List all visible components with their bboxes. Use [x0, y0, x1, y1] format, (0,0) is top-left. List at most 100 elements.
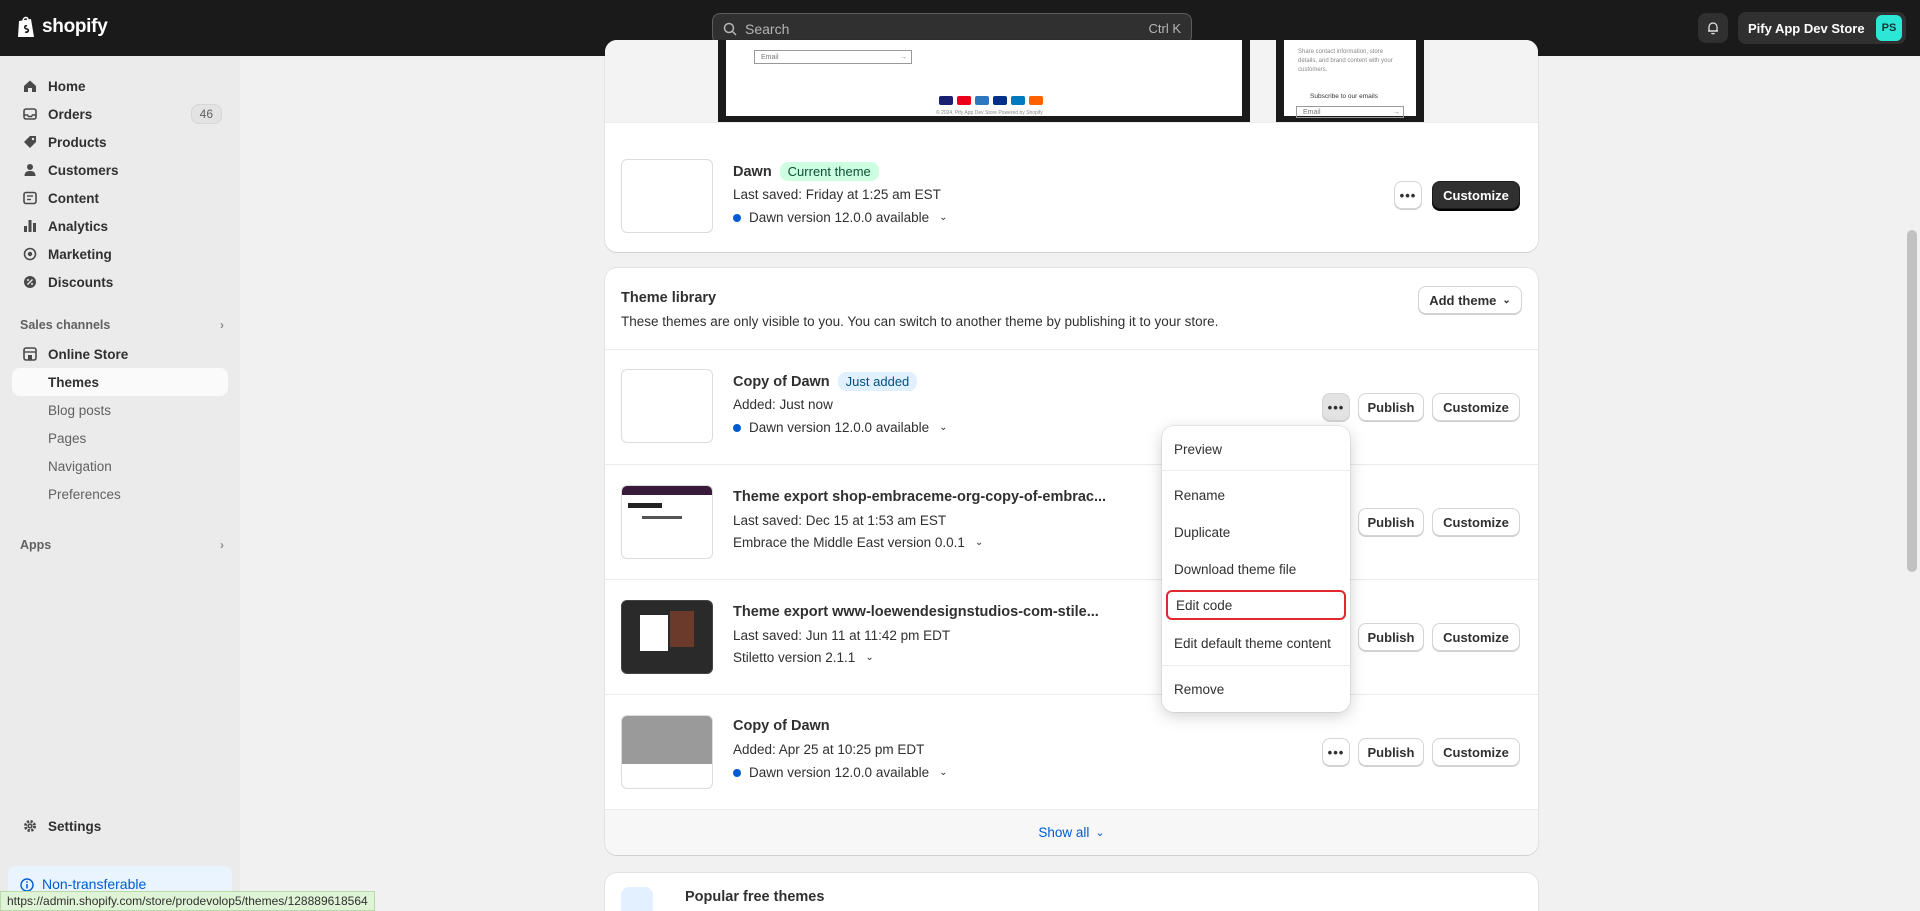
customize-button[interactable]: Customize	[1432, 738, 1520, 766]
customize-button[interactable]: Customize	[1432, 393, 1520, 421]
sidebar-item-pages[interactable]: Pages	[12, 424, 228, 452]
theme-name: Copy of Dawn	[733, 718, 830, 734]
store-menu-button[interactable]: Pify App Dev Store PS	[1738, 12, 1906, 44]
menu-item-duplicate[interactable]: Duplicate	[1168, 517, 1344, 547]
sidebar-item-label: Customers	[48, 162, 119, 178]
theme-thumbnail	[621, 715, 713, 789]
publish-button[interactable]: Publish	[1358, 393, 1424, 421]
preview-mobile-email: Email →	[1296, 106, 1404, 118]
sidebar-item-navigation[interactable]: Navigation	[12, 452, 228, 480]
sales-channels-header[interactable]: Sales channels ›	[20, 318, 224, 332]
mobile-preview: Share contact information, store details…	[1276, 40, 1424, 122]
chevron-down-icon: ⌄	[974, 537, 984, 548]
menu-item-rename[interactable]: Rename	[1168, 480, 1344, 510]
sidebar-item-online-store[interactable]: Online Store	[12, 340, 228, 368]
chevron-down-icon: ⌄	[1095, 827, 1105, 839]
orders-count-badge: 46	[190, 104, 222, 124]
preview-email-label: Email	[761, 53, 779, 61]
notifications-button[interactable]	[1698, 13, 1728, 43]
update-dot	[733, 213, 741, 222]
theme-title-row: Copy of Dawn Just added	[733, 372, 918, 391]
sidebar-item-blog-posts[interactable]: Blog posts	[12, 396, 228, 424]
preview-footer-text: © 2024, Pify App Dev Store Powered by Sh…	[936, 110, 1043, 116]
menu-item-download-theme-file[interactable]: Download theme file	[1168, 554, 1344, 584]
sidebar-item-discounts[interactable]: Discounts	[12, 268, 228, 296]
publish-button[interactable]: Publish	[1358, 508, 1424, 536]
divider	[605, 579, 1538, 580]
theme-meta: Last saved: Dec 15 at 1:53 am EST	[733, 513, 947, 528]
more-actions-button[interactable]: •••	[1322, 393, 1350, 421]
sidebar-item-preferences[interactable]: Preferences	[12, 480, 228, 508]
menu-item-remove[interactable]: Remove	[1168, 674, 1344, 704]
sidebar-item-home[interactable]: Home	[12, 72, 228, 100]
publish-button[interactable]: Publish	[1358, 738, 1424, 766]
theme-name: Theme export www-loewendesignstudios-com…	[733, 604, 1099, 620]
customize-button[interactable]: Customize	[1432, 623, 1520, 651]
theme-version-dropdown[interactable]: Dawn version 12.0.0 available ⌄	[733, 420, 948, 435]
sidebar-item-customers[interactable]: Customers	[12, 156, 228, 184]
preview-email-label: Email	[1303, 108, 1321, 116]
theme-version-dropdown[interactable]: Dawn version 12.0.0 available ⌄	[733, 765, 948, 780]
theme-version: Stiletto version 2.1.1	[733, 650, 856, 665]
person-icon	[22, 162, 38, 178]
ellipsis-icon: •••	[1327, 399, 1345, 415]
theme-version-dropdown[interactable]: Dawn version 12.0.0 available ⌄	[733, 210, 948, 225]
customize-button[interactable]: Customize	[1432, 181, 1520, 209]
library-title: Theme library	[621, 290, 717, 306]
visa-icon	[939, 96, 953, 105]
menu-divider	[1162, 665, 1350, 666]
sidebar-item-products[interactable]: Products	[12, 128, 228, 156]
home-icon	[22, 78, 38, 94]
theme-meta: Added: Just now	[733, 397, 833, 412]
apps-header[interactable]: Apps ›	[20, 538, 224, 552]
theme-version-dropdown[interactable]: Stiletto version 2.1.1 ⌄	[733, 650, 874, 665]
popular-themes-title: Popular free themes	[685, 889, 825, 905]
theme-thumbnail	[621, 369, 713, 443]
chevron-right-icon: ›	[220, 318, 224, 332]
bell-icon	[1708, 22, 1718, 35]
chevron-down-icon: ⌄	[939, 212, 948, 223]
chevron-down-icon: ⌄	[939, 422, 948, 433]
theme-actions-menu: Preview Rename Duplicate Download theme …	[1162, 426, 1350, 712]
more-actions-button[interactable]: •••	[1322, 738, 1350, 766]
just-added-badge: Just added	[837, 372, 918, 391]
menu-item-preview[interactable]: Preview	[1168, 434, 1344, 464]
sidebar-item-settings[interactable]: Settings	[12, 812, 228, 840]
more-actions-button[interactable]: •••	[1394, 181, 1422, 209]
menu-item-edit-code[interactable]: Edit code	[1166, 590, 1346, 620]
store-icon	[22, 346, 38, 362]
add-theme-button[interactable]: Add theme ⌄	[1418, 286, 1522, 314]
popular-themes-card: Popular free themes	[605, 873, 1538, 911]
sidebar-item-marketing[interactable]: Marketing	[12, 240, 228, 268]
publish-button[interactable]: Publish	[1358, 623, 1424, 651]
arrow-right-icon: →	[900, 53, 907, 61]
theme-version-dropdown[interactable]: Embrace the Middle East version 0.0.1 ⌄	[733, 535, 983, 550]
sidebar-item-label: Preferences	[48, 486, 121, 502]
sidebar-item-themes[interactable]: Themes	[12, 368, 228, 396]
gear-icon	[22, 818, 38, 834]
sidebar-item-analytics[interactable]: Analytics	[12, 212, 228, 240]
customize-button[interactable]: Customize	[1432, 508, 1520, 536]
sidebar-item-label: Settings	[48, 818, 102, 834]
show-all-button[interactable]: Show all ⌄	[605, 809, 1538, 855]
sidebar-item-label: Blog posts	[48, 402, 112, 418]
sidebar-item-label: Orders	[48, 106, 93, 122]
sidebar-item-content[interactable]: Content	[12, 184, 228, 212]
sidebar-item-orders[interactable]: Orders 46	[12, 100, 228, 128]
discover-icon	[1029, 96, 1043, 105]
divider	[605, 464, 1538, 465]
add-theme-label: Add theme	[1429, 292, 1497, 308]
sidebar-item-label: Navigation	[48, 458, 112, 474]
ellipsis-icon: •••	[1327, 744, 1345, 760]
theme-saved: Last saved: Friday at 1:25 am EST	[733, 187, 941, 202]
shopify-bag-icon	[18, 16, 34, 37]
menu-item-edit-default-theme-content[interactable]: Edit default theme content	[1168, 628, 1344, 658]
scrollbar-thumb[interactable]	[1907, 230, 1917, 572]
theme-library-card: Theme library These themes are only visi…	[605, 268, 1538, 855]
theme-version: Embrace the Middle East version 0.0.1	[733, 535, 965, 550]
theme-name: Theme export shop-embraceme-org-copy-of-…	[733, 489, 1107, 505]
preview-email-input: Email →	[754, 50, 912, 64]
sidebar: Home Orders 46 Products Customers Conten…	[0, 56, 240, 911]
preview-mobile-text: Share contact information, store details…	[1298, 49, 1393, 73]
shopify-logo[interactable]: shopify	[16, 15, 108, 39]
